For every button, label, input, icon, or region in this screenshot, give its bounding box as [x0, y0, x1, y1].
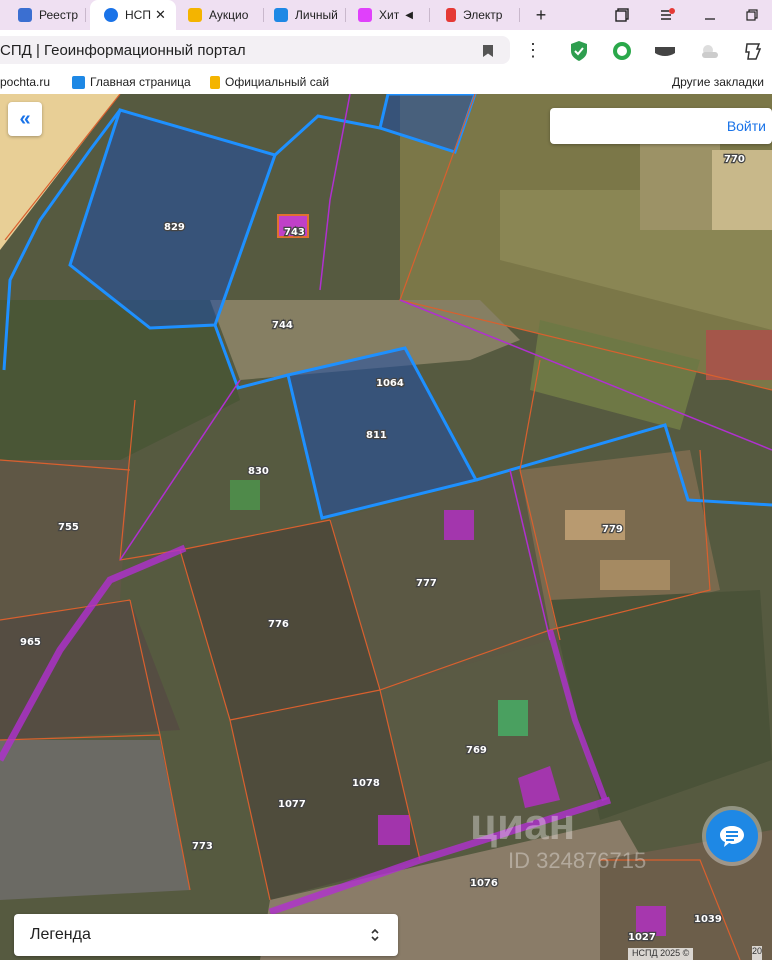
page-title: СПД | Геоинформационный портал [0, 41, 246, 59]
tab-collections-icon[interactable] [607, 0, 637, 30]
parcel-label-773: 773 [192, 841, 213, 852]
other-bookmarks[interactable]: Другие закладки [672, 75, 764, 89]
auction-icon [188, 8, 202, 22]
gosuslugi-icon [72, 75, 85, 89]
tab-personal[interactable]: Личный [266, 0, 346, 30]
cian-watermark: циан [470, 800, 576, 849]
parcel-label-829: 829 [164, 222, 185, 233]
parcel-label-744: 744 [272, 320, 293, 331]
parcel-label-770: 770 [724, 154, 745, 165]
parcel-label-776: 776 [268, 619, 289, 630]
legend-label: Легенда [30, 926, 91, 943]
restore-button[interactable] [737, 0, 767, 30]
parcel-label-1027: 1027 [628, 932, 656, 943]
legend-dropdown[interactable]: Легенда [14, 914, 398, 956]
expand-collapse-icon [371, 928, 379, 942]
tab-hit[interactable]: Хит ◀ [350, 0, 430, 30]
parcel-label-769: 769 [466, 745, 487, 756]
map-view[interactable]: 770 829 743 744 1064 811 830 755 779 777… [0, 94, 772, 960]
cian-watermark-id: ID 324876715 [508, 848, 647, 873]
building-777 [444, 510, 474, 540]
parcel-label-779: 779 [602, 524, 623, 535]
parcel-label-755: 755 [58, 522, 79, 533]
nspd-icon [104, 8, 118, 22]
roof-building [706, 330, 772, 380]
speaker-icon[interactable]: ◀ [405, 10, 413, 21]
rosreestr-icon [18, 8, 32, 22]
profile-extension-icon[interactable] [740, 38, 766, 64]
dark-extension-icon[interactable] [652, 38, 678, 64]
tab-electr[interactable]: Электр [436, 0, 520, 30]
parcel-label-743: 743 [284, 227, 305, 238]
gosuslugi-icon [274, 8, 288, 22]
login-label: Войти [726, 118, 766, 134]
music-icon [358, 8, 372, 22]
chat-button[interactable] [706, 810, 758, 862]
map-scale: 20 [752, 946, 763, 960]
close-tab-icon[interactable]: ✕ [155, 7, 166, 23]
address-bar[interactable]: СПД | Геоинформационный портал [0, 36, 510, 64]
parcel-label-965: 965 [20, 637, 41, 648]
bookmark-official-site[interactable]: Официальный сай [210, 75, 329, 89]
menu-notification-icon[interactable] [652, 0, 682, 30]
weather-extension-icon[interactable] [696, 38, 722, 64]
ring-extension-icon[interactable] [609, 38, 635, 64]
parcel-label-1064: 1064 [376, 378, 404, 389]
tab-reestr[interactable]: Реестр [6, 0, 86, 30]
shield-extension-icon[interactable] [566, 38, 592, 64]
parcel-label-1077: 1077 [278, 799, 306, 810]
parcel-label-1039: 1039 [694, 914, 722, 925]
official-site-icon [210, 75, 220, 89]
map-copyright: НСПД 2025 © [628, 948, 694, 960]
parcel-label-777: 777 [416, 578, 437, 589]
login-button[interactable]: Войти [550, 108, 772, 144]
menu-dots-icon[interactable]: ⋮ [524, 40, 542, 61]
new-tab-button[interactable]: + [526, 0, 556, 30]
bookmark-icon[interactable] [482, 44, 494, 58]
tab-auction[interactable]: Аукцио [180, 0, 264, 30]
parcel-label-811: 811 [366, 430, 387, 441]
electr-icon [446, 8, 456, 22]
parcel-label-1076: 1076 [470, 878, 498, 889]
chat-icon [720, 826, 744, 847]
parcel-label-1078: 1078 [352, 778, 380, 789]
collapse-panel-button[interactable]: « [8, 102, 42, 136]
map-canvas[interactable]: 770 829 743 744 1064 811 830 755 779 777… [0, 94, 772, 960]
parcel-label-830: 830 [248, 466, 269, 477]
bookmarks-bar: pochta.ru Главная страница Официальный с… [0, 70, 772, 94]
bookmark-main-page[interactable]: Главная страница [72, 75, 191, 89]
minimize-button[interactable] [695, 0, 725, 30]
bookmark-pochta[interactable]: pochta.ru [0, 75, 50, 89]
tab-nspd[interactable]: НСП ✕ [90, 0, 176, 30]
tab-bar: Реестр НСП ✕ Аукцио Личный Хит ◀ Электр … [0, 0, 772, 30]
